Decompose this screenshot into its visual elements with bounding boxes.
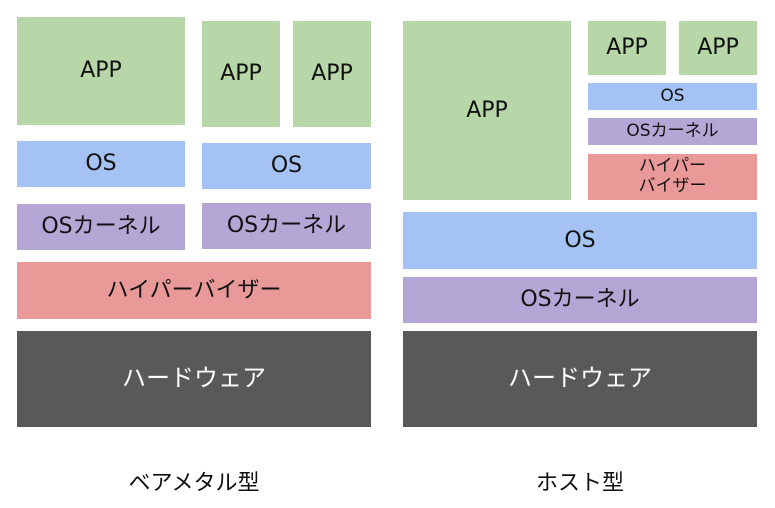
bare-metal-app-large: APP xyxy=(17,17,185,125)
bare-metal-os-right: OS xyxy=(202,143,371,189)
bare-metal-caption: ベアメタル型 xyxy=(128,471,260,496)
hosted-hardware: ハードウェア xyxy=(403,331,757,427)
hosted-host-kernel: OSカーネル xyxy=(403,277,757,323)
hosted-app-small-left: APP xyxy=(588,21,666,75)
bare-metal-app-right: APP xyxy=(293,21,371,127)
hosted-hypervisor: ハイパー バイザー xyxy=(588,154,757,200)
bare-metal-os-left: OS xyxy=(17,141,185,187)
bare-metal-kernel-right: OSカーネル xyxy=(202,203,371,249)
hosted-guest-kernel: OSカーネル xyxy=(588,118,757,145)
hosted-guest-os: OS xyxy=(588,83,757,110)
hosted-caption: ホスト型 xyxy=(535,471,624,496)
diagram-root: { "bare_metal": { "caption": "ベアメタル型", "… xyxy=(0,0,775,508)
hosted-app-large: APP xyxy=(403,21,571,200)
bare-metal-hardware: ハードウェア xyxy=(17,331,371,427)
hosted-host-os: OS xyxy=(403,212,757,269)
bare-metal-app-mid: APP xyxy=(202,21,280,127)
bare-metal-hypervisor: ハイパーバイザー xyxy=(17,262,371,319)
bare-metal-kernel-left: OSカーネル xyxy=(17,204,185,250)
hosted-app-small-right: APP xyxy=(679,21,757,75)
